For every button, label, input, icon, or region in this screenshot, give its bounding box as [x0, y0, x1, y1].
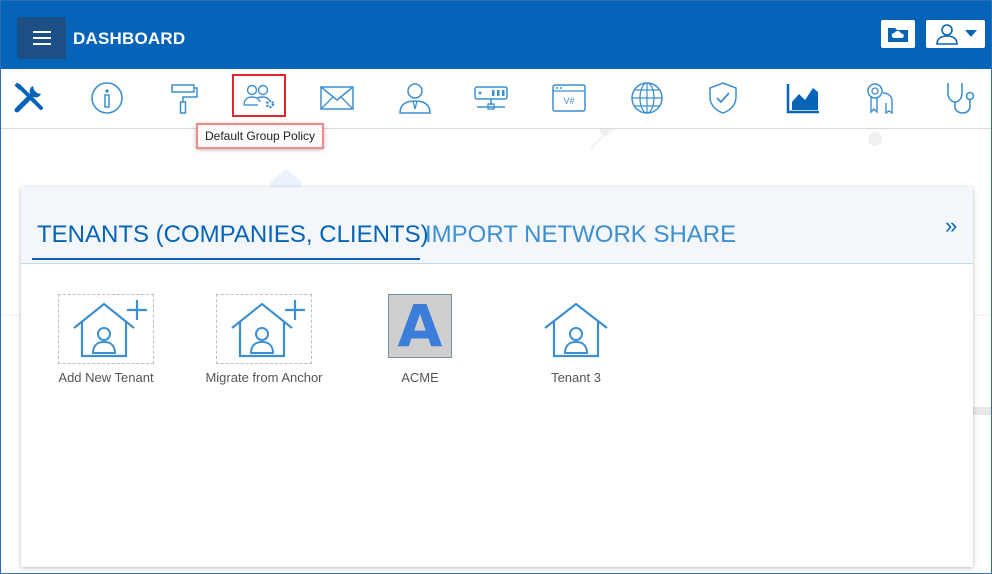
acme-logo: A [388, 294, 452, 358]
menu-button[interactable] [17, 17, 66, 59]
globe-icon [631, 82, 663, 114]
tile-icon-box [528, 294, 624, 364]
tool-reports[interactable] [779, 76, 827, 120]
tool-branding[interactable] [159, 76, 207, 120]
stethoscope-icon [947, 83, 975, 114]
certificate-keys-icon [867, 83, 893, 115]
tile-migrate-from-anchor[interactable]: Migrate from Anchor [199, 294, 329, 394]
tab-tenants[interactable]: TENANTS (COMPANIES, CLIENTS) [37, 221, 429, 249]
panel-tab-bar: TENANTS (COMPANIES, CLIENTS) IMPORT NETW… [21, 187, 973, 264]
info-icon [91, 82, 123, 114]
hamburger-icon [32, 31, 51, 45]
active-tab-indicator [32, 258, 420, 260]
server-icon [474, 86, 508, 110]
tool-settings[interactable] [5, 76, 53, 120]
tooltip-default-group-policy: Default Group Policy [196, 123, 325, 149]
group-policy-icon [243, 84, 275, 108]
top-bar: DASHBOARD [1, 1, 991, 69]
house-add-icon [231, 300, 305, 358]
cloud-folder-icon [888, 28, 908, 42]
expand-chevron-icon[interactable]: » [945, 213, 957, 239]
user-menu-button[interactable] [926, 20, 985, 48]
tile-tenant-3[interactable]: Tenant 3 [511, 294, 641, 394]
module-toolbar: V# [1, 69, 991, 129]
user-icon [935, 24, 958, 45]
page-title: DASHBOARD [73, 29, 186, 48]
tile-acme[interactable]: A ACME [355, 294, 485, 394]
chevron-down-icon [964, 30, 977, 37]
app-window: DASHBOARD V# Default Group Policy TENANT… [0, 0, 992, 574]
tab-import-network-share[interactable]: IMPORT NETWORK SHARE [425, 221, 736, 249]
shield-check-icon [709, 82, 737, 114]
tool-info[interactable] [83, 76, 131, 120]
tool-licensing[interactable] [855, 76, 903, 120]
acme-logo-letter: A [397, 292, 443, 360]
tool-group-policy[interactable] [232, 74, 286, 117]
tile-add-new-tenant[interactable]: Add New Tenant [41, 294, 171, 394]
tile-label: Migrate from Anchor [205, 370, 323, 385]
tile-label: Tenant 3 [551, 370, 601, 385]
script-window-text: V# [563, 96, 574, 106]
tool-security[interactable] [699, 76, 747, 120]
tile-icon-box [58, 294, 154, 364]
paint-roller-icon [171, 84, 198, 114]
tool-health[interactable] [935, 76, 983, 120]
tools-icon [14, 82, 43, 113]
tile-label: ACME [401, 370, 439, 385]
tool-scripts[interactable]: V# [545, 76, 593, 120]
mail-icon [320, 86, 354, 110]
area-chart-icon [786, 84, 819, 114]
tenants-panel: TENANTS (COMPANIES, CLIENTS) IMPORT NETW… [21, 187, 973, 567]
tool-servers[interactable] [467, 76, 515, 120]
house-add-icon [73, 300, 147, 358]
tool-mail[interactable] [313, 76, 361, 120]
tile-icon-box [216, 294, 312, 364]
tool-users[interactable] [391, 76, 439, 120]
tile-label: Add New Tenant [58, 370, 154, 385]
cloud-folder-button[interactable] [881, 20, 915, 48]
tool-network[interactable] [623, 76, 671, 120]
house-user-icon [544, 302, 608, 358]
script-window-icon: V# [552, 84, 586, 112]
user-tie-icon [399, 83, 431, 114]
